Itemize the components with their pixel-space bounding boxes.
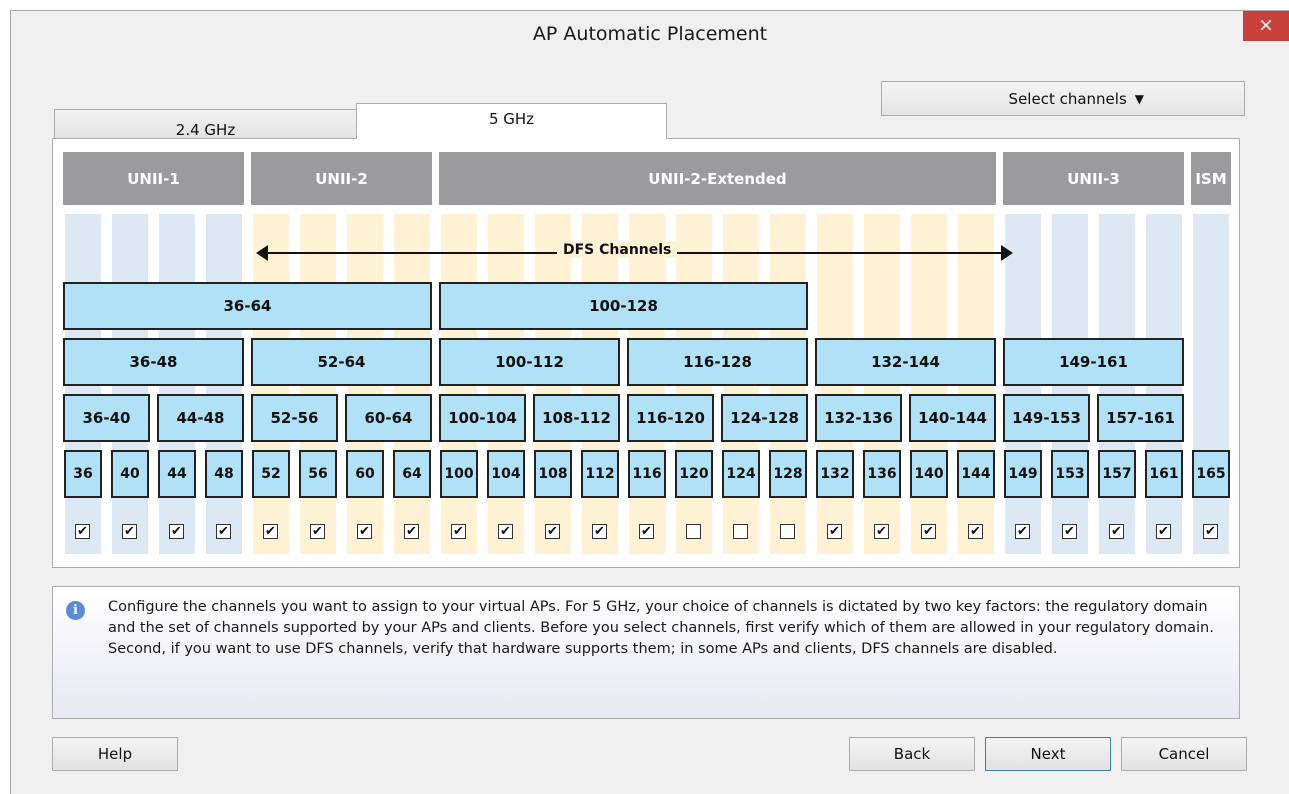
channel-group-80[interactable]: 116-128 — [627, 338, 808, 386]
channel-52-checkbox[interactable]: ✔ — [263, 524, 278, 539]
select-channels-label: Select channels — [1008, 89, 1127, 108]
help-button[interactable]: Help — [52, 737, 178, 771]
channel-48[interactable]: 48 — [205, 450, 243, 498]
band-header: UNII-3 — [1003, 152, 1184, 205]
channel-group-160[interactable]: 36-64 — [63, 282, 432, 330]
channel-140[interactable]: 140 — [910, 450, 948, 498]
channel-grid: UNII-1 UNII-2 UNII-2-Extended UNII-3 ISM DFS … — [53, 139, 1239, 567]
channel-144-checkbox[interactable]: ✔ — [968, 524, 983, 539]
band-header: ISM — [1191, 152, 1231, 205]
band-header: UNII-1 — [63, 152, 244, 205]
channel-116-checkbox[interactable]: ✔ — [639, 524, 654, 539]
channel-144[interactable]: 144 — [957, 450, 995, 498]
channel-149-checkbox[interactable]: ✔ — [1015, 524, 1030, 539]
info-text: Configure the channels you want to assig… — [108, 599, 1214, 657]
channel-153-checkbox[interactable]: ✔ — [1062, 524, 1077, 539]
channel-149[interactable]: 149 — [1004, 450, 1042, 498]
channel-56[interactable]: 56 — [299, 450, 337, 498]
channel-56-checkbox[interactable]: ✔ — [310, 524, 325, 539]
channel-group-40[interactable]: 149-153 — [1003, 394, 1090, 442]
channel-60-checkbox[interactable]: ✔ — [357, 524, 372, 539]
channel-group-40[interactable]: 157-161 — [1097, 394, 1184, 442]
channel-140-checkbox[interactable]: ✔ — [921, 524, 936, 539]
channel-60[interactable]: 60 — [346, 450, 384, 498]
channel-group-80[interactable]: 100-112 — [439, 338, 620, 386]
channel-104-checkbox[interactable]: ✔ — [498, 524, 513, 539]
channel-44-checkbox[interactable]: ✔ — [169, 524, 184, 539]
channel-136-checkbox[interactable]: ✔ — [874, 524, 889, 539]
select-channels-dropdown[interactable]: Select channels ▼ — [881, 81, 1245, 116]
channel-group-40[interactable]: 44-48 — [157, 394, 244, 442]
channel-132-checkbox[interactable]: ✔ — [827, 524, 842, 539]
channel-100-checkbox[interactable]: ✔ — [451, 524, 466, 539]
dfs-label: DFS Channels — [557, 242, 678, 258]
channel-36-checkbox[interactable]: ✔ — [75, 524, 90, 539]
channel-group-160[interactable]: 100-128 — [439, 282, 808, 330]
channel-group-80[interactable]: 149-161 — [1003, 338, 1184, 386]
tab-5-ghz[interactable]: 5 GHz — [356, 103, 667, 139]
channel-44[interactable]: 44 — [158, 450, 196, 498]
channel-136[interactable]: 136 — [863, 450, 901, 498]
channel-112-checkbox[interactable]: ✔ — [592, 524, 607, 539]
info-icon: i — [66, 601, 85, 620]
info-box: i Configure the channels you want to ass… — [52, 586, 1240, 719]
close-button[interactable]: × — [1243, 11, 1289, 41]
channel-165[interactable]: 165 — [1192, 450, 1230, 498]
channel-48-checkbox[interactable]: ✔ — [216, 524, 231, 539]
arrow-right-icon — [1001, 245, 1013, 261]
channel-52[interactable]: 52 — [252, 450, 290, 498]
channel-104[interactable]: 104 — [487, 450, 525, 498]
channel-group-40[interactable]: 100-104 — [439, 394, 526, 442]
channel-165-checkbox[interactable]: ✔ — [1203, 524, 1218, 539]
channel-153[interactable]: 153 — [1051, 450, 1089, 498]
channel-128[interactable]: 128 — [769, 450, 807, 498]
channel-group-80[interactable]: 132-144 — [815, 338, 996, 386]
channel-40[interactable]: 40 — [111, 450, 149, 498]
dialog-window: AP Automatic Placement × Select channels… — [10, 10, 1289, 794]
channel-116[interactable]: 116 — [628, 450, 666, 498]
title-bar: AP Automatic Placement × — [11, 11, 1289, 58]
channel-36[interactable]: 36 — [64, 450, 102, 498]
channel-group-40[interactable]: 116-120 — [627, 394, 714, 442]
chevron-down-icon: ▼ — [1134, 91, 1144, 106]
channel-group-80[interactable]: 52-64 — [251, 338, 432, 386]
channel-132[interactable]: 132 — [816, 450, 854, 498]
band-header: UNII-2-Extended — [439, 152, 996, 205]
channel-128-checkbox[interactable] — [780, 524, 795, 539]
channel-40-checkbox[interactable]: ✔ — [122, 524, 137, 539]
next-button[interactable]: Next — [985, 737, 1111, 771]
channel-108-checkbox[interactable]: ✔ — [545, 524, 560, 539]
channel-108[interactable]: 108 — [534, 450, 572, 498]
channel-group-40[interactable]: 132-136 — [815, 394, 902, 442]
channel-group-40[interactable]: 140-144 — [909, 394, 996, 442]
channel-group-40[interactable]: 60-64 — [345, 394, 432, 442]
arrow-left-icon — [256, 245, 268, 261]
channel-group-80[interactable]: 36-48 — [63, 338, 244, 386]
channel-120[interactable]: 120 — [675, 450, 713, 498]
channel-124[interactable]: 124 — [722, 450, 760, 498]
channel-124-checkbox[interactable] — [733, 524, 748, 539]
channel-panel: UNII-1 UNII-2 UNII-2-Extended UNII-3 ISM DFS … — [52, 138, 1240, 568]
channel-157-checkbox[interactable]: ✔ — [1109, 524, 1124, 539]
back-button[interactable]: Back — [849, 737, 975, 771]
channel-column — [1193, 214, 1229, 554]
cancel-button[interactable]: Cancel — [1121, 737, 1247, 771]
channel-100[interactable]: 100 — [440, 450, 478, 498]
channel-157[interactable]: 157 — [1098, 450, 1136, 498]
channel-120-checkbox[interactable] — [686, 524, 701, 539]
channel-64-checkbox[interactable]: ✔ — [404, 524, 419, 539]
channel-group-40[interactable]: 108-112 — [533, 394, 620, 442]
channel-group-40[interactable]: 52-56 — [251, 394, 338, 442]
tab-2-4-ghz[interactable]: 2.4 GHz — [54, 109, 357, 140]
band-header: UNII-2 — [251, 152, 432, 205]
dialog-title: AP Automatic Placement — [532, 23, 768, 45]
channel-group-40[interactable]: 124-128 — [721, 394, 808, 442]
channel-161-checkbox[interactable]: ✔ — [1156, 524, 1171, 539]
channel-64[interactable]: 64 — [393, 450, 431, 498]
channel-112[interactable]: 112 — [581, 450, 619, 498]
channel-group-40[interactable]: 36-40 — [63, 394, 150, 442]
channel-161[interactable]: 161 — [1145, 450, 1183, 498]
